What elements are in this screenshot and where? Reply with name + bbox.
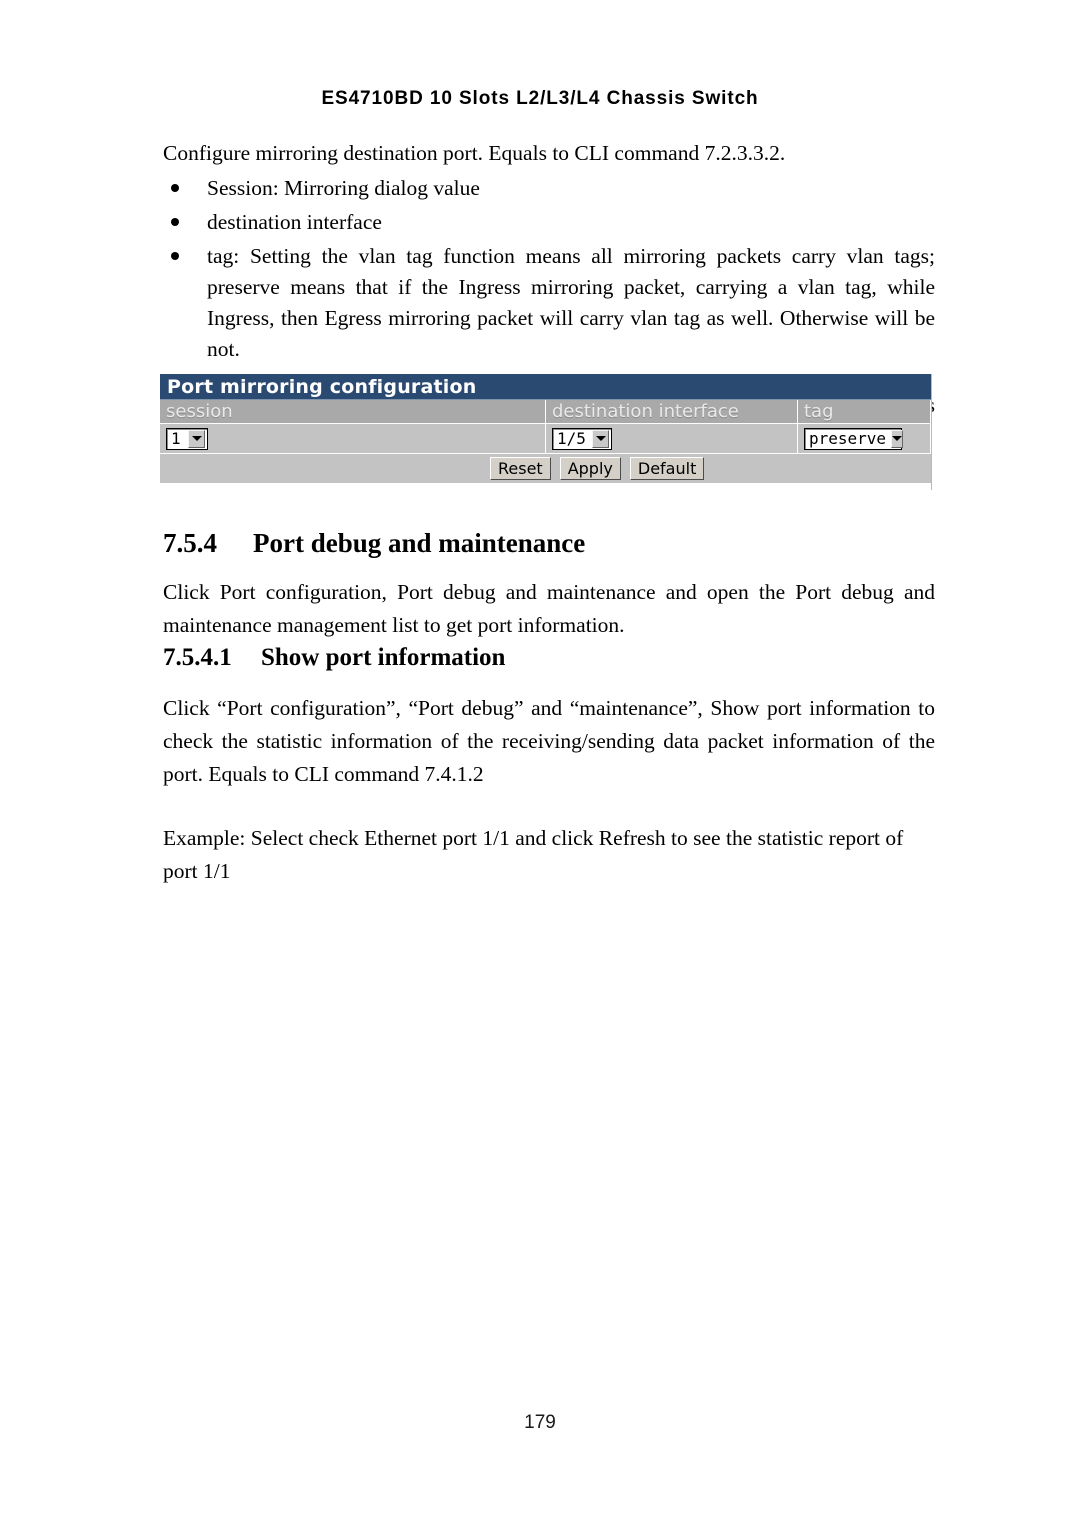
list-item: tag: Setting the vlan tag function means… — [163, 241, 935, 365]
table-row: 1 1/5 preserve — [160, 424, 931, 454]
subsection-number: 7.5.4.1 — [163, 644, 232, 671]
section-7541-example: Example: Select check Ethernet port 1/1 … — [163, 826, 904, 883]
document-running-header: ES4710BD 10 Slots L2/L3/L4 Chassis Switc… — [321, 88, 759, 109]
tag-select[interactable]: preserve — [804, 427, 904, 450]
chevron-down-icon — [592, 429, 609, 448]
section-7541-paragraph: Click “Port configuration”, “Port debug”… — [163, 696, 935, 786]
destination-interface-select-value: 1/5 — [557, 428, 586, 448]
reset-button[interactable]: Reset — [490, 457, 551, 480]
table-header-row: session destination interface tag — [160, 400, 931, 424]
list-item: Session: Mirroring dialog value — [163, 173, 935, 204]
list-item: destination interface — [163, 207, 935, 238]
section-number: 7.5.4 — [163, 528, 217, 558]
chevron-down-icon — [891, 429, 904, 448]
subsection-heading: 7.5.4.1 Show port information — [163, 644, 505, 672]
cell-session: 1 — [160, 424, 546, 453]
list-item-label: Session: Mirroring dialog value — [207, 176, 480, 200]
intro-bullet-list: Session: Mirroring dialog value destinat… — [163, 173, 935, 365]
port-mirroring-configuration-panel: Port mirroring configuration session des… — [160, 374, 932, 490]
destination-interface-select[interactable]: 1/5 — [552, 427, 612, 450]
page-title: 7.5.4 Port debug and maintenance — [163, 528, 585, 559]
panel-title-bar: Port mirroring configuration — [160, 374, 931, 400]
section-title: Port debug and maintenance — [253, 528, 586, 558]
subsection-title: Show port information — [261, 644, 506, 671]
list-item-label: tag: Setting the vlan tag function means… — [207, 244, 935, 361]
bullet-dot-icon — [171, 184, 179, 192]
column-header-session: session — [160, 400, 546, 423]
cell-tag: preserve — [798, 424, 931, 453]
bullet-dot-icon — [171, 252, 179, 260]
apply-button[interactable]: Apply — [559, 457, 621, 480]
list-item-label: destination interface — [207, 210, 382, 234]
session-select[interactable]: 1 — [166, 427, 208, 450]
tag-select-value: preserve — [809, 428, 887, 448]
section-754-paragraph: Click Port configuration, Port debug and… — [163, 580, 935, 637]
chevron-down-icon — [188, 429, 205, 448]
bullet-dot-icon — [171, 218, 179, 226]
panel-bottom-edge — [160, 485, 931, 490]
panel-button-row: Reset Apply Default — [160, 454, 931, 485]
session-select-value: 1 — [171, 428, 181, 448]
cell-destination-interface: 1/5 — [546, 424, 798, 453]
intro-paragraph: Configure mirroring destination port. Eq… — [163, 141, 786, 165]
default-button[interactable]: Default — [629, 457, 705, 480]
column-header-destination-interface: destination interface — [546, 400, 798, 423]
page-number: 179 — [524, 1412, 556, 1433]
document-page: ES4710BD 10 Slots L2/L3/L4 Chassis Switc… — [0, 0, 1080, 1528]
column-header-tag: tag — [798, 400, 931, 423]
